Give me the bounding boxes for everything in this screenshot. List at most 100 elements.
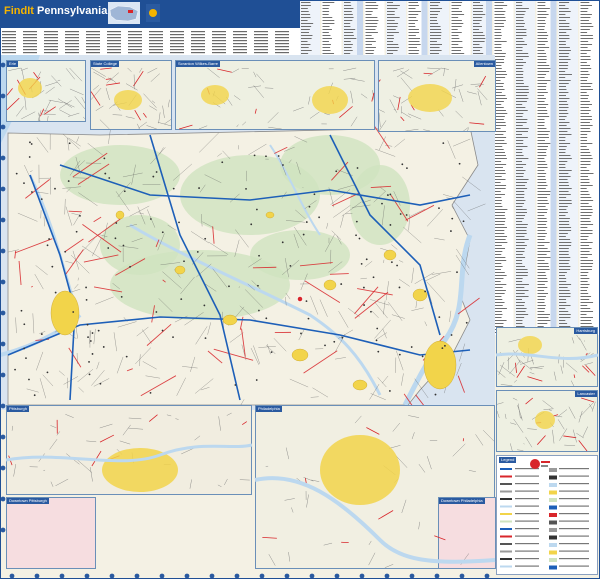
inset-road	[40, 108, 45, 117]
inset-road	[585, 352, 588, 356]
inset-road	[570, 380, 575, 387]
inset-road	[175, 418, 179, 420]
inset-road	[81, 96, 86, 104]
map-grid-border	[0, 0, 600, 579]
inset-road	[194, 435, 201, 441]
inset-road	[233, 95, 241, 101]
inset-road	[69, 67, 83, 82]
inset-road	[468, 470, 476, 472]
inset-road	[189, 479, 192, 489]
inset-road	[11, 425, 13, 431]
inset-road	[59, 100, 72, 109]
inset-road	[368, 552, 376, 566]
inset-road	[527, 376, 543, 382]
map-outer-border	[0, 0, 600, 579]
grid-column-marker	[409, 573, 415, 579]
urban-area	[320, 435, 400, 505]
inset-road	[99, 434, 115, 443]
inset-road	[119, 440, 131, 445]
inset-road	[167, 99, 170, 108]
inset-road	[226, 412, 232, 416]
inset-road	[253, 71, 257, 78]
inset-road	[477, 91, 482, 106]
grid-row-marker	[0, 310, 6, 316]
inset-road	[90, 467, 93, 482]
inset-road	[268, 126, 282, 130]
inset-road	[523, 443, 525, 445]
inset-road	[43, 106, 56, 115]
wall-map: FindIt Pennsylvania Erie State College S…	[0, 0, 600, 579]
inset-road	[268, 554, 276, 566]
inset-road	[378, 109, 385, 113]
inset-road	[463, 126, 469, 132]
inset-road	[555, 416, 563, 418]
inset-road	[217, 484, 222, 487]
grid-column-marker	[234, 573, 240, 579]
inset-road	[105, 82, 121, 86]
grid-column-marker	[134, 573, 140, 579]
inset-road	[59, 109, 71, 116]
inset-road	[470, 83, 482, 85]
inset-road	[563, 435, 577, 439]
inset-road	[378, 112, 381, 128]
grid-row-marker	[0, 93, 6, 99]
inset-road	[496, 410, 500, 418]
grid-row-marker	[0, 217, 6, 223]
inset-road	[423, 129, 431, 132]
grid-column-marker	[109, 573, 115, 579]
inset-road	[128, 427, 144, 430]
inset-road	[198, 125, 208, 130]
inset-road	[158, 112, 161, 124]
urban-area	[201, 85, 229, 105]
inset-road	[393, 95, 400, 99]
inset-road	[510, 443, 513, 452]
inset-road	[128, 417, 142, 420]
inset-road	[303, 477, 314, 482]
inset-road	[434, 535, 446, 541]
inset-road	[514, 379, 518, 383]
inset-road	[517, 405, 523, 419]
inset-road	[125, 83, 138, 91]
inset-road	[418, 521, 420, 530]
urban-area	[102, 448, 178, 492]
grid-column-marker	[9, 573, 15, 579]
inset-road	[82, 116, 86, 119]
inset-road	[350, 90, 354, 104]
inset-road	[573, 374, 576, 379]
grid-row-marker	[0, 155, 6, 161]
grid-row-marker	[0, 62, 6, 68]
inset-road	[525, 397, 534, 405]
inset-road	[454, 78, 457, 92]
inset-road	[45, 86, 55, 94]
inset-road	[582, 426, 588, 438]
inset-road	[105, 87, 110, 101]
inset-road	[65, 414, 74, 418]
inset-road	[354, 415, 362, 424]
inset-road	[508, 338, 521, 343]
inset-road	[217, 68, 232, 73]
inset-road	[8, 67, 22, 71]
grid-column-marker	[34, 573, 40, 579]
inset-road	[405, 128, 419, 132]
inset-road	[110, 77, 117, 84]
inset-road	[143, 93, 157, 108]
inset-road	[378, 79, 381, 82]
grid-column-marker	[484, 573, 490, 579]
inset-road	[65, 68, 75, 80]
grid-column-marker	[309, 573, 315, 579]
inset-road	[509, 361, 520, 374]
inset-road	[423, 72, 433, 75]
inset-road	[537, 435, 546, 445]
inset-road	[411, 432, 415, 440]
grid-column-marker	[84, 573, 90, 579]
inset-road	[560, 365, 563, 374]
inset-road	[479, 75, 487, 88]
inset-road	[241, 421, 248, 425]
inset-road	[515, 362, 517, 373]
inset-road	[443, 67, 445, 77]
inset-road	[291, 507, 294, 513]
inset-road	[513, 350, 521, 364]
urban-area	[518, 336, 542, 354]
inset-road	[500, 384, 513, 386]
inset-road	[138, 121, 147, 129]
